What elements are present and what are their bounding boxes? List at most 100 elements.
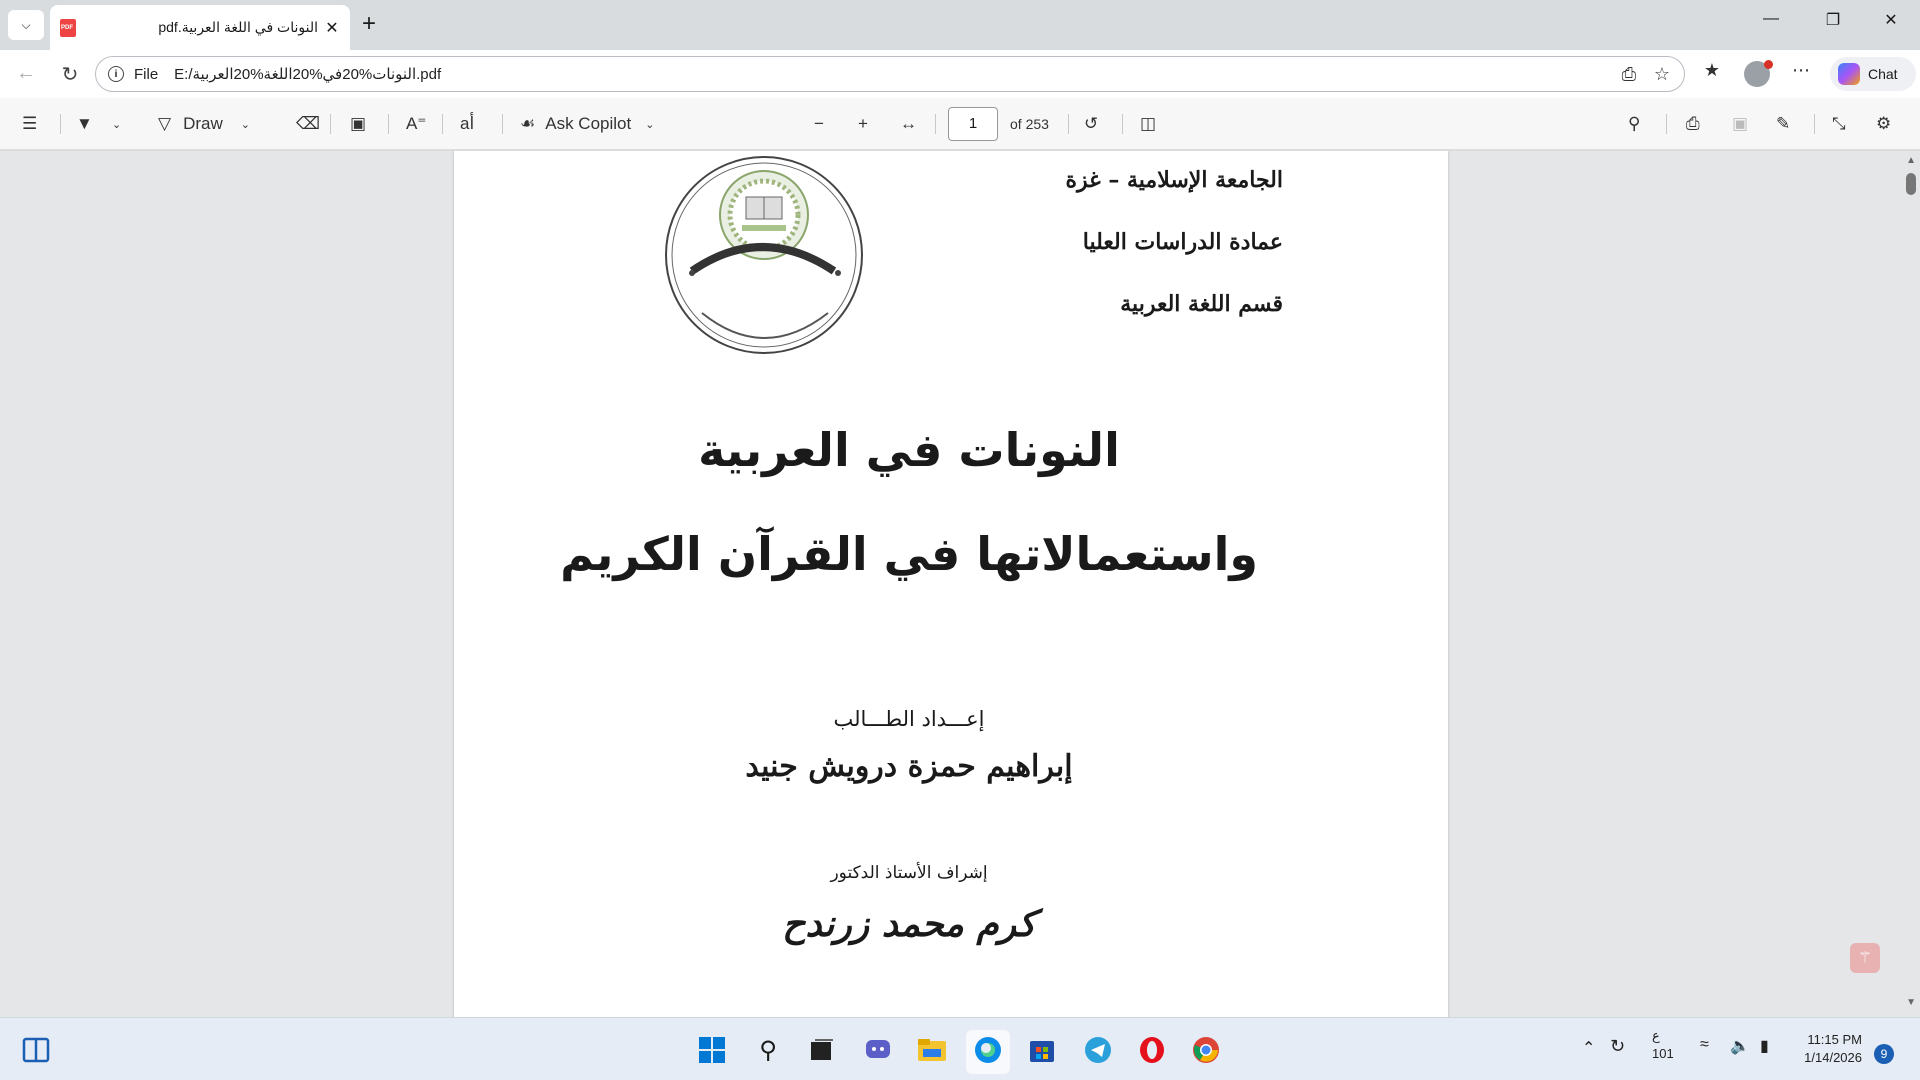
- tab-active[interactable]: النونات في اللغة العربية.pdf ✕: [50, 5, 350, 50]
- page-total: of 253: [1010, 116, 1049, 132]
- ask-copilot-chevron-icon: ⌄: [645, 118, 655, 131]
- save-as-icon[interactable]: ✎: [1776, 112, 1790, 136]
- highlight-options-chevron-icon[interactable]: ⌄: [112, 112, 121, 136]
- text-box-icon[interactable]: ▣: [350, 112, 366, 136]
- volume-muted-icon[interactable]: 🔈: [1730, 1036, 1750, 1056]
- copilot-icon: [1838, 63, 1860, 85]
- divider: [1814, 114, 1815, 134]
- refresh-button[interactable]: ↻: [56, 62, 84, 87]
- divider: [935, 114, 936, 134]
- department-name: قسم اللغة العربية: [1120, 291, 1283, 317]
- supervisor-label: إشراف الأستاذ الدكتور: [830, 863, 988, 883]
- input-language-top[interactable]: ع: [1652, 1028, 1660, 1044]
- opera-icon[interactable]: [1136, 1034, 1168, 1066]
- student-name: إبراهيم حمزة درويش جنيد: [745, 749, 1073, 784]
- chrome-icon[interactable]: [1190, 1034, 1222, 1066]
- scroll-down-arrow-icon[interactable]: ▼: [1906, 997, 1916, 1008]
- scroll-thumb[interactable]: [1906, 173, 1916, 195]
- sync-icon[interactable]: ↻: [1610, 1036, 1625, 1057]
- copilot-chat-label: Chat: [1868, 66, 1898, 82]
- highlight-icon[interactable]: ▼: [76, 112, 93, 136]
- rotate-icon[interactable]: ↺: [1084, 112, 1098, 136]
- university-name: الجامعة الإسلامية – غزة: [1065, 167, 1284, 193]
- pdf-page: الجامعة الإسلامية – غزة عمادة الدراسات ا…: [454, 151, 1448, 1017]
- clock-date[interactable]: 1/14/2026: [1800, 1050, 1862, 1065]
- vertical-scrollbar[interactable]: ▲ ▼: [1902, 151, 1920, 1017]
- input-language-bottom[interactable]: 101: [1652, 1046, 1674, 1061]
- divider: [388, 114, 389, 134]
- draw-label: Draw: [183, 114, 223, 133]
- tab-close-button[interactable]: ✕: [324, 18, 340, 38]
- taskbar: ⚲ ⌃ ↻ ع 101 ≈ 🔈 ▮ 11:15 PM 1/14/2026 9: [0, 1017, 1920, 1080]
- divider: [330, 114, 331, 134]
- thesis-title-line2: واستعمالاتها في القرآن الكريم: [560, 527, 1258, 581]
- favorite-star-icon[interactable]: ☆: [1654, 57, 1670, 91]
- clock-time[interactable]: 11:15 PM: [1800, 1032, 1862, 1047]
- back-button[interactable]: ←: [12, 62, 40, 85]
- supervisor-name: كرم محمد زرندح: [782, 903, 1036, 945]
- fullscreen-icon[interactable]: ⤡: [1832, 112, 1846, 136]
- zoom-in-icon[interactable]: +: [858, 112, 868, 136]
- notification-badge[interactable]: 9: [1874, 1044, 1894, 1064]
- divider: [442, 114, 443, 134]
- scroll-up-arrow-icon[interactable]: ▲: [1906, 155, 1916, 166]
- url-scheme: File: [134, 65, 159, 83]
- zoom-out-icon[interactable]: −: [814, 112, 824, 136]
- wifi-icon[interactable]: ≈: [1700, 1036, 1709, 1054]
- university-seal-logo: [665, 156, 863, 354]
- page-view-icon[interactable]: ◫: [1140, 112, 1156, 136]
- tab-strip: ⌵ النونات في اللغة العربية.pdf ✕ + — ❐ ✕: [0, 0, 1920, 50]
- info-icon[interactable]: i: [108, 66, 124, 82]
- edge-browser-icon[interactable]: [972, 1034, 1004, 1066]
- profile-alert-dot: [1764, 60, 1773, 69]
- draw-chevron-icon: ⌄: [240, 118, 250, 131]
- immersive-reader-icon[interactable]: ⎙: [1622, 57, 1636, 91]
- tab-actions-button[interactable]: ⌵: [8, 10, 44, 40]
- draw-button[interactable]: ▽ Draw ⌄: [158, 112, 250, 136]
- translate-icon[interactable]: aأ: [460, 112, 474, 136]
- deanship-name: عمادة الدراسات العليا: [1082, 229, 1283, 255]
- eraser-icon[interactable]: ⌫: [296, 112, 320, 136]
- fit-width-icon[interactable]: ↔: [900, 112, 917, 136]
- page-number-input[interactable]: 1: [948, 107, 998, 141]
- show-hidden-icons-chevron-icon[interactable]: ⌃: [1582, 1038, 1595, 1058]
- print-icon[interactable]: ⎙: [1686, 112, 1700, 136]
- divider: [1122, 114, 1123, 134]
- save-icon[interactable]: ▣: [1732, 112, 1748, 136]
- prepared-by-label: إعـــداد الطـــالب: [833, 707, 985, 731]
- acrobat-icon[interactable]: ⚚: [1850, 943, 1880, 973]
- url-text[interactable]: E:/النونات%20في%20اللغة%20العربية.pdf: [174, 65, 441, 83]
- thesis-title-line1: النونات في العربية: [698, 423, 1120, 477]
- close-window-button[interactable]: ✕: [1876, 10, 1906, 30]
- pen-icon: ▽: [158, 114, 172, 133]
- minimize-button[interactable]: —: [1756, 10, 1786, 28]
- teams-chat-icon[interactable]: [862, 1034, 894, 1066]
- read-aloud-icon[interactable]: A⁼: [406, 112, 426, 136]
- contents-list-icon[interactable]: ☰: [22, 112, 37, 136]
- widgets-icon[interactable]: [20, 1034, 52, 1066]
- new-tab-button[interactable]: +: [362, 12, 376, 36]
- maximize-button[interactable]: ❐: [1818, 10, 1848, 30]
- search-taskbar-icon[interactable]: ⚲: [752, 1034, 784, 1066]
- address-bar: ← ↻ i File E:/النونات%20في%20اللغة%20الع…: [0, 50, 1920, 98]
- settings-gear-icon[interactable]: ⚙: [1876, 112, 1891, 136]
- battery-icon[interactable]: ▮: [1760, 1036, 1769, 1056]
- omnibox[interactable]: i File E:/النونات%20في%20اللغة%20العربية…: [95, 56, 1685, 92]
- ask-copilot-button[interactable]: ☙ Ask Copilot ⌄: [520, 112, 654, 136]
- telegram-icon[interactable]: [1082, 1034, 1114, 1066]
- favorites-icon[interactable]: ★: [1697, 60, 1727, 81]
- divider: [502, 114, 503, 134]
- microsoft-store-icon[interactable]: [1026, 1034, 1058, 1066]
- search-icon[interactable]: ⚲: [1628, 112, 1640, 136]
- file-explorer-icon[interactable]: [916, 1034, 948, 1066]
- ask-copilot-label: Ask Copilot: [545, 114, 632, 133]
- more-menu-icon[interactable]: ⋯: [1786, 60, 1816, 81]
- pdf-viewer[interactable]: الجامعة الإسلامية – غزة عمادة الدراسات ا…: [0, 151, 1920, 1017]
- start-windows-icon[interactable]: [696, 1034, 728, 1066]
- divider: [1666, 114, 1667, 134]
- pdf-file-icon: [60, 18, 76, 37]
- copilot-chat-button[interactable]: Chat: [1830, 57, 1916, 91]
- divider: [60, 114, 61, 134]
- pdf-toolbar: ☰ ▼ ⌄ ▽ Draw ⌄ ⌫ ▣ A⁼ aأ ☙ Ask Copilot ⌄…: [0, 98, 1920, 150]
- task-view-icon[interactable]: [806, 1034, 838, 1066]
